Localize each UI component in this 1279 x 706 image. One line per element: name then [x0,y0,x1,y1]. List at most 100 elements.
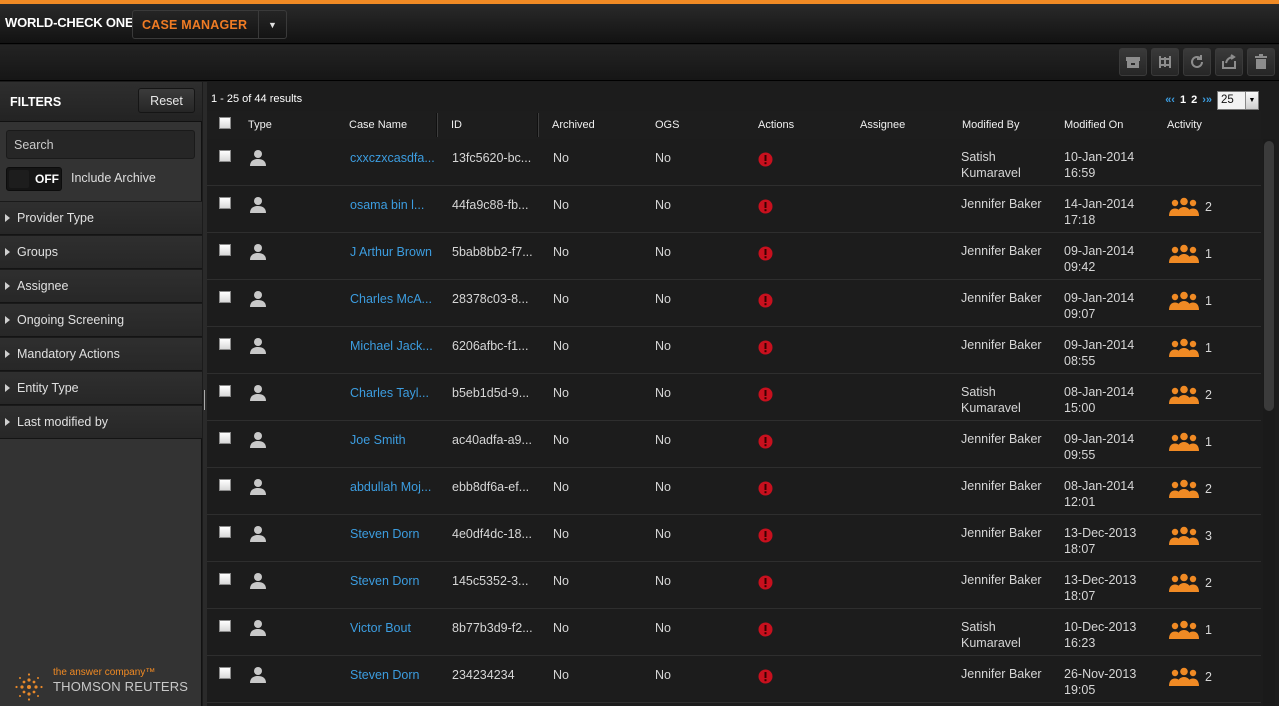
column-header-modified-on[interactable]: Modified On [1064,119,1123,131]
filter-last-modified-by[interactable]: Last modified by [0,405,202,439]
case-name-link[interactable]: J Arthur Brown [350,244,432,260]
activity-indicator[interactable]: 1 [1169,432,1212,452]
table-row[interactable]: abdullah Moj... ebb8df6a-ef... No No Jen… [207,468,1261,515]
case-name-link[interactable]: Steven Dorn [350,526,419,542]
alert-icon[interactable] [758,246,773,261]
alert-icon[interactable] [758,152,773,167]
alert-icon[interactable] [758,199,773,214]
table-row[interactable]: Charles McA... 28378c03-8... No No Jenni… [207,280,1261,327]
merge-button[interactable] [1151,48,1179,76]
row-checkbox[interactable] [219,338,231,350]
filter-mandatory-actions[interactable]: Mandatory Actions [0,337,202,371]
activity-indicator[interactable]: 2 [1169,479,1212,499]
column-header-modified-by[interactable]: Modified By [962,119,1019,131]
row-checkbox[interactable] [219,573,231,585]
table-row[interactable]: Michael Jack... 6206afbc-f1... No No Jen… [207,327,1261,374]
column-header-id[interactable]: ID [451,119,462,131]
next-last-page-icon[interactable]: ›» [1202,94,1212,106]
column-header-actions[interactable]: Actions [758,119,794,131]
archive-button[interactable] [1119,48,1147,76]
alert-icon[interactable] [758,669,773,684]
grid-scrollbar[interactable] [1263,139,1275,706]
column-header-type[interactable]: Type [248,119,272,131]
table-row[interactable]: Joe Smith ac40adfa-a9... No No Jennifer … [207,421,1261,468]
activity-count: 1 [1205,623,1212,637]
include-archive-toggle[interactable]: OFF [6,167,62,191]
page-1-link[interactable]: 1 [1180,94,1186,106]
alert-icon[interactable] [758,293,773,308]
column-header-activity[interactable]: Activity [1167,119,1202,131]
table-row[interactable]: Steven Dorn 234234234 No No Jennifer Bak… [207,656,1261,703]
alert-icon[interactable] [758,575,773,590]
search-input[interactable] [6,130,195,159]
row-checkbox[interactable] [219,291,231,303]
export-button[interactable] [1215,48,1243,76]
alert-icon[interactable] [758,481,773,496]
case-name-link[interactable]: cxxczxcasdfa... [350,150,435,166]
filter-assignee[interactable]: Assignee [0,269,202,303]
table-row[interactable]: Steven Dorn 145c5352-3... No No Jennifer… [207,562,1261,609]
activity-indicator[interactable]: 2 [1169,197,1212,217]
activity-indicator[interactable]: 1 [1169,244,1212,264]
row-checkbox[interactable] [219,432,231,444]
activity-indicator[interactable]: 2 [1169,573,1212,593]
activity-indicator[interactable]: 1 [1169,338,1212,358]
row-checkbox[interactable] [219,244,231,256]
activity-indicator[interactable]: 1 [1169,291,1212,311]
case-name-link[interactable]: Steven Dorn [350,573,419,589]
filter-groups[interactable]: Groups [0,235,202,269]
reset-button[interactable]: Reset [138,88,195,113]
ogs-value: No [655,574,671,588]
row-checkbox[interactable] [219,197,231,209]
case-name-link[interactable]: Victor Bout [350,620,411,636]
table-row[interactable]: Charles Tayl... b5eb1d5d-9... No No Sati… [207,374,1261,421]
column-header-archived[interactable]: Archived [552,119,595,131]
activity-count: 2 [1205,576,1212,590]
column-divider[interactable] [436,113,438,137]
module-select[interactable]: CASE MANAGER ▼ [132,10,287,39]
first-prev-page-icon[interactable]: «‹ [1165,94,1175,106]
filter-entity-type[interactable]: Entity Type [0,371,202,405]
alert-icon[interactable] [758,340,773,355]
case-name-link[interactable]: abdullah Moj... [350,479,431,495]
modified-date: 09-Jan-2014 [1064,291,1135,305]
case-name-link[interactable]: Charles Tayl... [350,385,429,401]
chevron-down-icon[interactable]: ▼ [258,11,286,38]
case-name-link[interactable]: Joe Smith [350,432,406,448]
column-divider[interactable] [537,113,539,137]
table-row[interactable]: cxxczxcasdfa... 13fc5620-bc... No No Sat… [207,139,1261,186]
alert-icon[interactable] [758,528,773,543]
delete-button[interactable] [1247,48,1275,76]
row-checkbox[interactable] [219,667,231,679]
table-row[interactable]: osama bin l... 44fa9c88-fb... No No Jenn… [207,186,1261,233]
row-checkbox[interactable] [219,526,231,538]
alert-icon[interactable] [758,387,773,402]
activity-indicator[interactable]: 3 [1169,526,1212,546]
column-header-ogs[interactable]: OGS [655,119,679,131]
case-name-link[interactable]: Charles McA... [350,291,432,307]
row-checkbox[interactable] [219,620,231,632]
case-name-link[interactable]: Steven Dorn [350,667,419,683]
activity-indicator[interactable]: 2 [1169,385,1212,405]
filter-provider-type[interactable]: Provider Type [0,201,202,235]
column-header-case-name[interactable]: Case Name [349,119,407,131]
row-checkbox[interactable] [219,150,231,162]
page-2-link[interactable]: 2 [1191,94,1197,106]
per-page-select[interactable]: 25 ▼ [1217,90,1259,110]
case-name-link[interactable]: Michael Jack... [350,338,433,354]
activity-indicator[interactable]: 1 [1169,620,1212,640]
table-row[interactable]: Steven Dorn 4e0df4dc-18... No No Jennife… [207,515,1261,562]
column-header-assignee[interactable]: Assignee [860,119,905,131]
alert-icon[interactable] [758,434,773,449]
row-checkbox[interactable] [219,385,231,397]
select-all-checkbox[interactable] [219,117,231,129]
activity-indicator[interactable]: 2 [1169,667,1212,687]
table-row[interactable]: J Arthur Brown 5bab8bb2-f7... No No Jenn… [207,233,1261,280]
filter-ongoing-screening[interactable]: Ongoing Screening [0,303,202,337]
alert-icon[interactable] [758,622,773,637]
row-checkbox[interactable] [219,479,231,491]
table-row[interactable]: Victor Bout 8b77b3d9-f2... No No Satish … [207,609,1261,656]
refresh-button[interactable] [1183,48,1211,76]
case-name-link[interactable]: osama bin l... [350,197,424,213]
scrollbar-thumb[interactable] [1264,141,1274,411]
